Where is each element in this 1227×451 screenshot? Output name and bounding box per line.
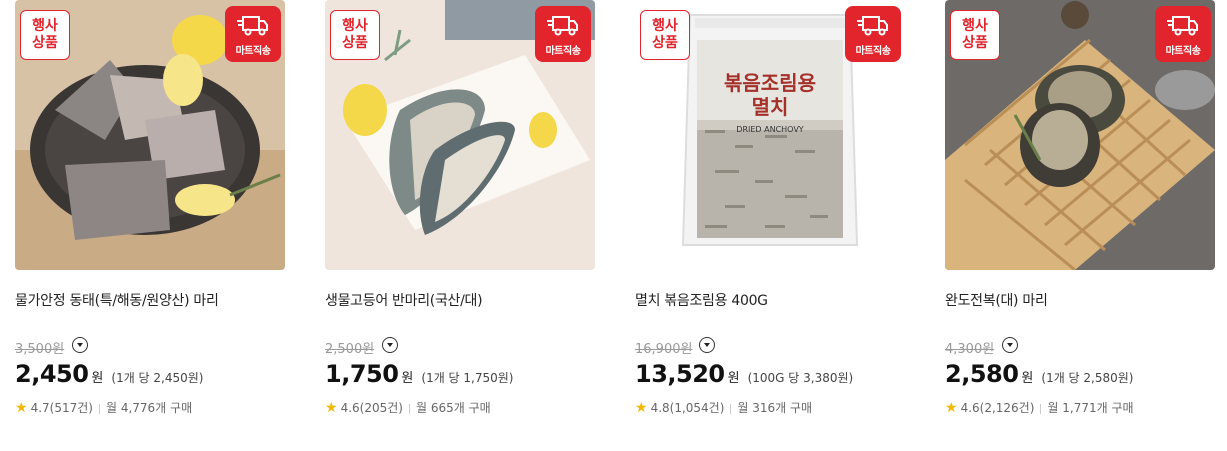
- currency-label: 원: [727, 371, 740, 386]
- truck-icon: [547, 16, 578, 36]
- truck-icon: [1167, 16, 1198, 36]
- event-product-badge: 행사 상품: [640, 10, 690, 60]
- currency-label: 원: [1021, 371, 1034, 386]
- star-icon: ★: [945, 400, 958, 416]
- mart-delivery-label: 마트직송: [855, 46, 891, 57]
- sale-price: 2,450: [15, 360, 89, 388]
- product-card[interactable]: 행사 상품 마트직송 물가안정 동태(특/해동/원양산) 마리 3,500원 2…: [15, 0, 287, 440]
- event-product-badge: 행사 상품: [950, 10, 1000, 60]
- divider: [1040, 403, 1042, 414]
- product-card[interactable]: 볶음조림용 멸치 DRIED ANCHOVY 행사 상품 마트직송 멸치 볶음조…: [635, 0, 907, 440]
- badge-text: 행사: [652, 18, 678, 34]
- rating-text: 4.6(205건): [340, 401, 403, 415]
- price-detail-dropdown-icon[interactable]: [1002, 337, 1018, 353]
- monthly-purchases: 월 316개 구매: [737, 401, 813, 415]
- sale-price: 1,750: [325, 360, 399, 388]
- star-icon: ★: [15, 400, 28, 416]
- package-title: 볶음조림용: [724, 71, 816, 95]
- badge-text: 상품: [32, 35, 58, 51]
- product-image[interactable]: 행사 상품 마트직송: [15, 0, 285, 270]
- divider: [98, 403, 100, 414]
- currency-label: 원: [91, 371, 104, 386]
- product-image[interactable]: 행사 상품 마트직송: [945, 0, 1215, 270]
- badge-text: 행사: [342, 18, 368, 34]
- badge-text: 행사: [962, 18, 988, 34]
- unit-price: (100G 당 3,380원): [747, 371, 854, 385]
- product-image[interactable]: 볶음조림용 멸치 DRIED ANCHOVY 행사 상품 마트직송: [635, 0, 905, 270]
- event-product-badge: 행사 상품: [20, 10, 70, 60]
- product-image[interactable]: 행사 상품 마트직송: [325, 0, 595, 270]
- divider: [408, 403, 410, 414]
- unit-price: (1개 당 2,450원): [111, 371, 204, 385]
- mart-delivery-label: 마트직송: [545, 46, 581, 57]
- price-detail-dropdown-icon[interactable]: [382, 337, 398, 353]
- star-icon: ★: [325, 400, 338, 416]
- currency-label: 원: [401, 371, 414, 386]
- price-row: 2,580 원 (1개 당 2,580원): [945, 360, 1134, 388]
- original-price: 3,500원: [15, 342, 65, 357]
- price-row: 1,750 원 (1개 당 1,750원): [325, 360, 514, 388]
- mart-delivery-badge: 마트직송: [845, 6, 901, 62]
- monthly-purchases: 월 665개 구매: [415, 401, 491, 415]
- package-english: DRIED ANCHOVY: [736, 125, 804, 134]
- product-name[interactable]: 물가안정 동태(특/해동/원양산) 마리: [15, 290, 219, 310]
- rating-row: ★ 4.6(2,126건) 월 1,771개 구매: [945, 399, 1134, 416]
- product-grid: 행사 상품 마트직송 물가안정 동태(특/해동/원양산) 마리 3,500원 2…: [0, 0, 1227, 451]
- product-card[interactable]: 행사 상품 마트직송 완도전복(대) 마리 4,300원 2,580 원 (1개 당…: [945, 0, 1217, 440]
- rating-text: 4.7(517건): [30, 401, 93, 415]
- mart-delivery-badge: 마트직송: [1155, 6, 1211, 62]
- rating-row: ★ 4.7(517건) 월 4,776개 구매: [15, 399, 192, 416]
- original-price: 16,900원: [635, 342, 693, 357]
- package-subtitle: 멸치: [752, 95, 789, 119]
- badge-text: 행사: [32, 18, 58, 34]
- monthly-purchases: 월 1,771개 구매: [1047, 401, 1134, 415]
- price-row: 13,520 원 (100G 당 3,380원): [635, 360, 853, 388]
- badge-text: 상품: [342, 35, 368, 51]
- truck-icon: [237, 16, 268, 36]
- product-name[interactable]: 생물고등어 반마리(국산/대): [325, 290, 483, 310]
- price-detail-dropdown-icon[interactable]: [699, 337, 715, 353]
- sale-price: 2,580: [945, 360, 1019, 388]
- unit-price: (1개 당 1,750원): [421, 371, 514, 385]
- mart-delivery-label: 마트직송: [235, 46, 271, 57]
- product-card[interactable]: 행사 상품 마트직송 생물고등어 반마리(국산/대) 2,500원 1,750 원…: [325, 0, 597, 440]
- truck-icon: [857, 16, 888, 36]
- mart-delivery-badge: 마트직송: [225, 6, 281, 62]
- price-detail-dropdown-icon[interactable]: [72, 337, 88, 353]
- rating-text: 4.6(2,126건): [960, 401, 1035, 415]
- badge-text: 상품: [962, 35, 988, 51]
- mart-delivery-label: 마트직송: [1165, 46, 1201, 57]
- sale-price: 13,520: [635, 360, 725, 388]
- mart-delivery-badge: 마트직송: [535, 6, 591, 62]
- product-name[interactable]: 완도전복(대) 마리: [945, 290, 1048, 310]
- price-row: 2,450 원 (1개 당 2,450원): [15, 360, 204, 388]
- product-name[interactable]: 멸치 볶음조림용 400G: [635, 290, 768, 310]
- divider: [730, 403, 732, 414]
- rating-row: ★ 4.6(205건) 월 665개 구매: [325, 399, 491, 416]
- monthly-purchases: 월 4,776개 구매: [105, 401, 193, 415]
- unit-price: (1개 당 2,580원): [1041, 371, 1134, 385]
- rating-text: 4.8(1,054건): [650, 401, 725, 415]
- original-price: 2,500원: [325, 342, 375, 357]
- badge-text: 상품: [652, 35, 678, 51]
- rating-row: ★ 4.8(1,054건) 월 316개 구매: [635, 399, 812, 416]
- original-price: 4,300원: [945, 342, 995, 357]
- star-icon: ★: [635, 400, 648, 416]
- event-product-badge: 행사 상품: [330, 10, 380, 60]
